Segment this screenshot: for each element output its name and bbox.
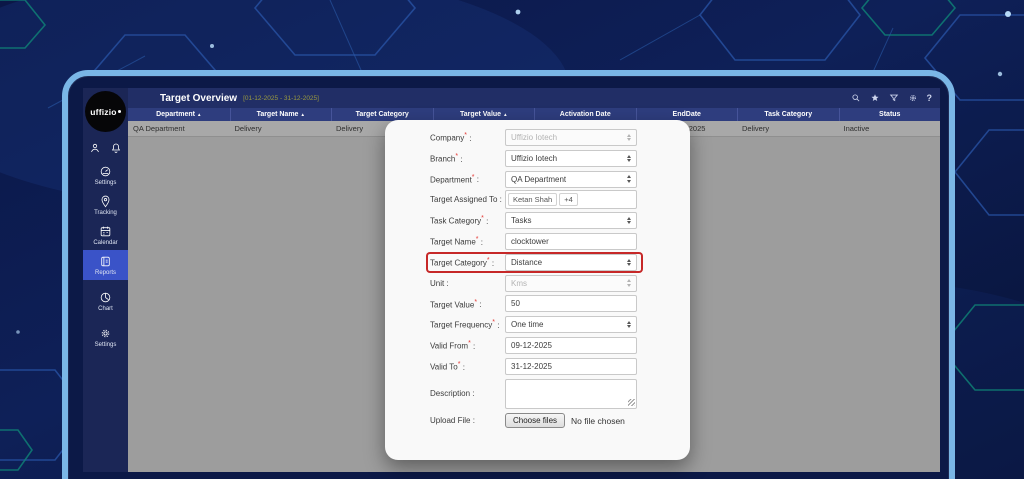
unit-select[interactable]: Kms [505,275,637,292]
assignee-overflow-chip[interactable]: +4 [559,193,578,206]
required-asterisk: * [476,236,479,243]
sort-asc-icon: ▲ [503,112,507,117]
sort-asc-icon: ▲ [197,112,201,117]
assignee-chip[interactable]: Ketan Shah [508,193,557,206]
target-form-modal: Company* Uffizio Iotech Branch* Uffizio … [385,120,690,460]
sort-asc-icon: ▲ [300,112,304,117]
sidebar-item-reports[interactable]: Reports [83,250,128,280]
star-icon[interactable] [870,93,880,103]
field-target-value: Target Value* [430,295,639,312]
user-icon[interactable] [89,142,101,154]
target-frequency-select[interactable]: One time [505,316,637,333]
logo-text: uffizio [90,107,116,117]
sidebar-item-label: Calendar [93,240,117,246]
select-arrows-icon [627,134,631,142]
chart-icon [99,291,112,304]
field-valid-to: Valid To* [430,358,639,375]
choose-files-button[interactable]: Choose files [505,413,565,428]
cell-status: Inactive [839,121,941,136]
required-asterisk: * [481,215,484,222]
filter-icon[interactable] [889,93,899,103]
sidebar-item-settings[interactable]: Settings [83,160,128,190]
tracking-pin-icon [99,195,112,208]
valid-to-input[interactable] [505,358,637,375]
sidebar-item-label: Tracking [94,210,117,216]
select-arrows-icon [627,259,631,267]
select-arrows-icon [627,321,631,329]
sidebar-item-label: Chart [98,306,113,312]
cell-department: QA Department [128,121,230,136]
select-arrows-icon [627,155,631,163]
search-icon[interactable] [851,93,861,103]
field-upload-file: Upload File Choose files No file chosen [430,412,639,429]
column-header[interactable]: Department▲ [128,108,230,121]
column-header[interactable]: Task Category [737,108,839,121]
field-target-frequency: Target Frequency* One time [430,316,639,333]
field-branch: Branch* Uffizio Iotech [430,150,639,167]
gear-icon[interactable] [908,93,918,103]
help-icon[interactable]: ? [927,93,933,103]
date-range[interactable]: [01-12-2025 - 31-12-2025] [243,95,319,102]
gear-icon [99,327,112,340]
field-valid-from: Valid From* [430,337,639,354]
sidebar-item-label: Reports [95,270,116,276]
assignee-multiselect[interactable]: Ketan Shah +4 [505,190,637,209]
required-asterisk: * [487,257,490,264]
department-select[interactable]: QA Department [505,171,637,188]
uffizio-logo: uffizio [85,91,126,132]
select-arrows-icon [627,175,631,183]
target-category-select[interactable]: Distance [505,254,637,271]
required-asterisk: * [458,361,461,368]
required-asterisk: * [492,319,495,326]
page-title: Target Overview [160,93,237,104]
field-task-category: Task Category* Tasks [430,212,639,229]
field-target-assigned-to: Target Assigned To Ketan Shah +4 [430,191,639,208]
field-target-name: Target Name* [430,233,639,250]
column-header[interactable]: Target Name▲ [230,108,332,121]
sidebar-item-calendar[interactable]: Calendar [83,220,128,250]
select-arrows-icon [627,217,631,225]
sidebar-item-chart[interactable]: Chart [83,286,128,316]
field-unit: Unit Kms [430,275,639,292]
cell-task-category: Delivery [737,121,839,136]
sidebar-item-settings-bottom[interactable]: Settings [83,322,128,352]
target-name-input[interactable] [505,233,637,250]
sidebar-item-label: Settings [95,342,117,348]
required-asterisk: * [464,132,467,139]
task-category-select[interactable]: Tasks [505,212,637,229]
field-target-category-highlighted: Target Category* Distance [428,254,641,271]
calendar-icon [99,225,112,238]
sidebar: uffizio [83,88,128,472]
branch-select[interactable]: Uffizio Iotech [505,150,637,167]
field-description: Description [430,379,639,409]
bell-icon[interactable] [110,142,122,154]
company-select[interactable]: Uffizio Iotech [505,129,637,146]
required-asterisk: * [472,174,475,181]
reports-icon [99,255,112,268]
required-asterisk: * [455,153,458,160]
valid-from-input[interactable] [505,337,637,354]
required-asterisk: * [474,299,477,306]
target-value-input[interactable] [505,295,637,312]
field-department: Department* QA Department [430,171,639,188]
gauge-icon [99,165,112,178]
cell-target-name: Delivery [230,121,332,136]
description-textarea[interactable] [505,379,637,409]
page-header: Target Overview [01-12-2025 - 31-12-2025… [128,88,940,108]
select-arrows-icon [627,279,631,287]
required-asterisk: * [468,340,471,347]
column-header[interactable]: Status [839,108,941,121]
file-chosen-status: No file chosen [571,416,625,426]
sidebar-item-tracking[interactable]: Tracking [83,190,128,220]
sidebar-item-label: Settings [95,180,117,186]
field-company: Company* Uffizio Iotech [430,129,639,146]
